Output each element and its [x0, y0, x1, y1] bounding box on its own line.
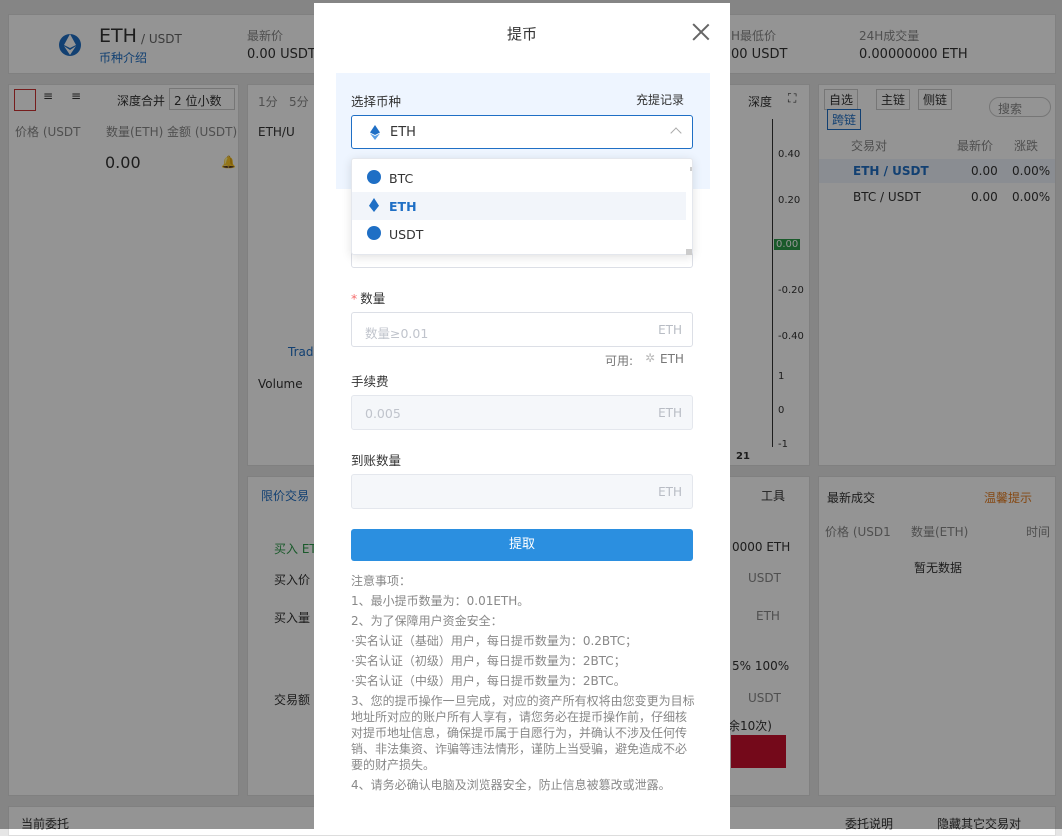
- dropdown-scrollbar[interactable]: [684, 167, 692, 255]
- selected-coin: ETH: [390, 125, 416, 140]
- amount-label: * 数量: [351, 291, 386, 306]
- fee-label: 手续费: [351, 374, 389, 389]
- loading-spinner-icon: ✲: [645, 351, 656, 365]
- chevron-up-icon: [670, 127, 682, 139]
- amount-input[interactable]: 数量≥0.01 ETH: [351, 312, 693, 347]
- fee-field: 0.005 ETH: [351, 395, 693, 430]
- coin-option-eth[interactable]: ETH: [352, 192, 686, 220]
- withdraw-submit-button[interactable]: 提取: [351, 529, 693, 561]
- eth-coin-icon: [370, 125, 380, 140]
- receive-label: 到账数量: [351, 453, 402, 468]
- available-label: 可用:: [605, 354, 634, 368]
- coin-option-label: ETH: [389, 199, 417, 214]
- withdraw-modal: 提币 选择币种 充提记录 ETH BTC ETH USDT * 数量 数量≥0.…: [314, 3, 730, 829]
- receive-unit: ETH: [658, 485, 682, 499]
- available-unit: ETH: [660, 352, 684, 366]
- notes-block: 注意事项： 1、最小提币数量为：0.01ETH。 2、为了保障用户资金安全： ·…: [351, 571, 696, 795]
- fee-unit: ETH: [658, 406, 682, 420]
- eth-coin-icon: [369, 198, 379, 212]
- coin-select[interactable]: ETH: [351, 115, 693, 149]
- receive-field: ETH: [351, 474, 693, 509]
- coin-dropdown: BTC ETH USDT: [351, 158, 693, 255]
- note-line: ·实名认证（初级）用户，每日提币数量为：2BTC；: [351, 654, 626, 668]
- fee-value: 0.005: [365, 406, 401, 421]
- amount-placeholder: 数量≥0.01: [365, 326, 429, 341]
- note-line: 3、您的提币操作一旦完成，对应的资产所有权将由您变更为目标地址所对应的账户所有人…: [351, 694, 695, 772]
- note-line: 1、最小提币数量为：0.01ETH。: [351, 594, 530, 608]
- coin-option-label: USDT: [389, 227, 424, 242]
- amount-unit: ETH: [658, 323, 682, 337]
- note-line: 4、请务必确认电脑及浏览器安全，防止信息被篡改或泄露。: [351, 778, 671, 792]
- close-icon[interactable]: [692, 23, 710, 41]
- amount-label-text: 数量: [360, 291, 386, 306]
- usdt-coin-icon: [367, 226, 381, 240]
- modal-title: 提币: [506, 25, 537, 43]
- coin-option-usdt[interactable]: USDT: [352, 220, 686, 248]
- note-line: 注意事项：: [351, 574, 412, 588]
- history-link[interactable]: 充提记录: [636, 91, 684, 108]
- note-line: ·实名认证（基础）用户，每日提币数量为：0.2BTC；: [351, 634, 638, 648]
- coin-option-btc[interactable]: BTC: [352, 164, 686, 192]
- btc-coin-icon: [367, 170, 381, 184]
- coin-option-label: BTC: [389, 171, 414, 186]
- note-line: 2、为了保障用户资金安全：: [351, 614, 503, 628]
- note-line: ·实名认证（中级）用户，每日提币数量为：2BTC。: [351, 674, 626, 688]
- select-coin-label: 选择币种: [351, 94, 402, 109]
